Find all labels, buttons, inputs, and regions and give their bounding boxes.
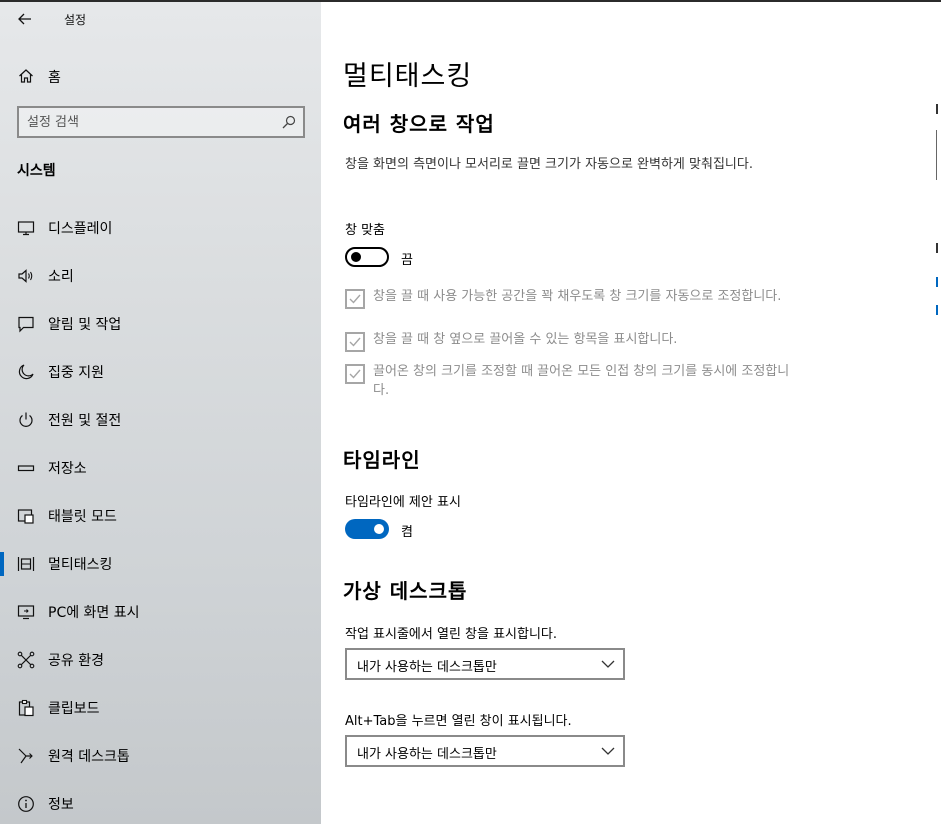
- right-column-fragment: [936, 104, 941, 114]
- main-content: 멀티태스킹 여러 창으로 작업 창을 화면의 측면이나 모서리로 끌면 크기가 …: [321, 2, 941, 824]
- taskbar-windows-label: 작업 표시줄에서 열린 창을 표시합니다.: [345, 627, 558, 642]
- snap-windows-toggle[interactable]: [345, 247, 389, 267]
- info-icon: [18, 796, 34, 812]
- search-input[interactable]: [27, 113, 267, 131]
- alttab-select[interactable]: 내가 사용하는 데스크톱만: [345, 735, 625, 767]
- sidebar-item-label: 멀티태스킹: [48, 557, 113, 573]
- checkbox[interactable]: [345, 332, 365, 352]
- snap-description: 창을 화면의 측면이나 모서리로 끌면 크기가 자동으로 완벽하게 맞춰집니다.: [345, 157, 753, 172]
- chevron-down-icon: [601, 660, 615, 668]
- remote-icon: [18, 748, 33, 764]
- search-icon[interactable]: [282, 115, 296, 129]
- page-title: 멀티태스킹: [343, 61, 473, 92]
- timeline-toggle-label: 타임라인에 제안 표시: [345, 495, 461, 510]
- tablet-icon: [17, 509, 34, 524]
- arrow-left-icon: [18, 13, 31, 25]
- chevron-down-icon: [601, 747, 615, 755]
- active-indicator: [0, 552, 4, 576]
- alttab-label: Alt+Tab을 누르면 열린 창이 표시됩니다.: [345, 714, 572, 729]
- sidebar-item-label: 원격 데스크톱: [48, 749, 130, 765]
- right-column-fragment: [936, 130, 941, 180]
- sidebar-item-remote-desktop[interactable]: 원격 데스크톱: [0, 732, 321, 780]
- sidebar-item-label: 정보: [48, 797, 74, 813]
- sidebar-item-project[interactable]: PC에 화면 표시: [0, 588, 321, 636]
- checkbox-label: 창을 끌 때 창 옆으로 끌어올 수 있는 항목을 표시합니다.: [373, 332, 678, 347]
- select-value: 내가 사용하는 데스크톱만: [357, 660, 497, 675]
- snap-option-show-next[interactable]: 창을 끌 때 창 옆으로 끌어올 수 있는 항목을 표시합니다.: [345, 330, 805, 354]
- multitasking-icon: [17, 557, 35, 571]
- title-bar: 설정: [0, 2, 321, 50]
- right-column-link-fragment: [936, 277, 941, 287]
- right-column-link-fragment: [936, 305, 941, 315]
- select-value: 내가 사용하는 데스크톱만: [357, 747, 497, 762]
- sidebar-item-shared-experiences[interactable]: 공유 환경: [0, 636, 321, 684]
- snap-toggle-state: 끔: [401, 253, 413, 268]
- speaker-icon: [18, 269, 33, 283]
- share-icon: [17, 651, 35, 669]
- sidebar-item-multitasking[interactable]: 멀티태스킹: [0, 540, 321, 588]
- checkmark-icon: [349, 337, 361, 347]
- sidebar-item-power[interactable]: 전원 및 절전: [0, 396, 321, 444]
- sidebar-item-storage[interactable]: 저장소: [0, 444, 321, 492]
- settings-search-box[interactable]: [17, 106, 305, 138]
- timeline-heading: 타임라인: [343, 448, 421, 472]
- timeline-suggestions-toggle[interactable]: [345, 519, 389, 539]
- sidebar: 설정 홈 시스템 디스플레이 소리 알림 및 작업 집중 지원 전원 및 절전: [0, 2, 321, 824]
- timeline-toggle-state: 켬: [401, 525, 413, 540]
- toggle-knob: [351, 252, 361, 262]
- snap-option-autosize[interactable]: 창을 끌 때 사용 가능한 공간을 꽉 채우도록 창 크기를 자동으로 조정합니…: [345, 287, 805, 327]
- sidebar-item-label: 알림 및 작업: [48, 317, 122, 333]
- sidebar-item-label: 소리: [48, 269, 74, 285]
- sidebar-item-home[interactable]: 홈: [0, 60, 321, 94]
- snap-toggle-label: 창 맞춤: [345, 223, 386, 238]
- sidebar-item-label: 공유 환경: [48, 653, 104, 669]
- storage-icon: [17, 465, 35, 472]
- sidebar-item-label: 클립보드: [48, 701, 100, 717]
- taskbar-windows-select[interactable]: 내가 사용하는 데스크톱만: [345, 648, 625, 680]
- sidebar-item-display[interactable]: 디스플레이: [0, 204, 321, 252]
- snap-heading: 여러 창으로 작업: [343, 112, 495, 136]
- power-icon: [19, 412, 33, 427]
- sidebar-item-clipboard[interactable]: 클립보드: [0, 684, 321, 732]
- monitor-icon: [17, 221, 35, 236]
- checkmark-icon: [349, 369, 361, 379]
- clipboard-icon: [18, 699, 34, 717]
- sidebar-item-label: PC에 화면 표시: [48, 605, 140, 621]
- sidebar-item-sound[interactable]: 소리: [0, 252, 321, 300]
- sidebar-item-notifications[interactable]: 알림 및 작업: [0, 300, 321, 348]
- moon-icon: [18, 364, 34, 380]
- sidebar-item-label: 디스플레이: [48, 221, 113, 237]
- sidebar-item-label: 전원 및 절전: [48, 413, 122, 429]
- project-icon: [17, 605, 35, 620]
- message-icon: [18, 316, 34, 333]
- app-title: 설정: [64, 13, 87, 27]
- sidebar-item-about[interactable]: 정보: [0, 780, 321, 824]
- home-icon: [19, 69, 33, 83]
- right-column-fragment: [936, 243, 941, 253]
- sidebar-section-title: 시스템: [17, 163, 56, 179]
- toggle-knob: [374, 524, 384, 534]
- sidebar-item-label: 집중 지원: [48, 365, 104, 381]
- checkbox[interactable]: [345, 364, 365, 384]
- sidebar-item-tablet-mode[interactable]: 태블릿 모드: [0, 492, 321, 540]
- checkbox[interactable]: [345, 289, 365, 309]
- sidebar-item-label: 저장소: [48, 461, 87, 477]
- virtual-desktops-heading: 가상 데스크톱: [343, 579, 468, 603]
- sidebar-item-label: 태블릿 모드: [48, 509, 117, 525]
- snap-option-resize-adjacent[interactable]: 끌어온 창의 크기를 조정할 때 끌어온 모든 인접 창의 크기를 동시에 조정…: [345, 362, 805, 402]
- sidebar-item-label: 홈: [48, 70, 61, 86]
- checkmark-icon: [349, 294, 361, 304]
- checkbox-label: 끌어온 창의 크기를 조정할 때 끌어온 모든 인접 창의 크기를 동시에 조정…: [373, 364, 790, 398]
- sidebar-nav: 디스플레이 소리 알림 및 작업 집중 지원 전원 및 절전 저장소 태블릿 모…: [0, 204, 321, 824]
- sidebar-item-focus-assist[interactable]: 집중 지원: [0, 348, 321, 396]
- checkbox-label: 창을 끌 때 사용 가능한 공간을 꽉 채우도록 창 크기를 자동으로 조정합니…: [373, 289, 782, 304]
- back-button[interactable]: [10, 4, 40, 34]
